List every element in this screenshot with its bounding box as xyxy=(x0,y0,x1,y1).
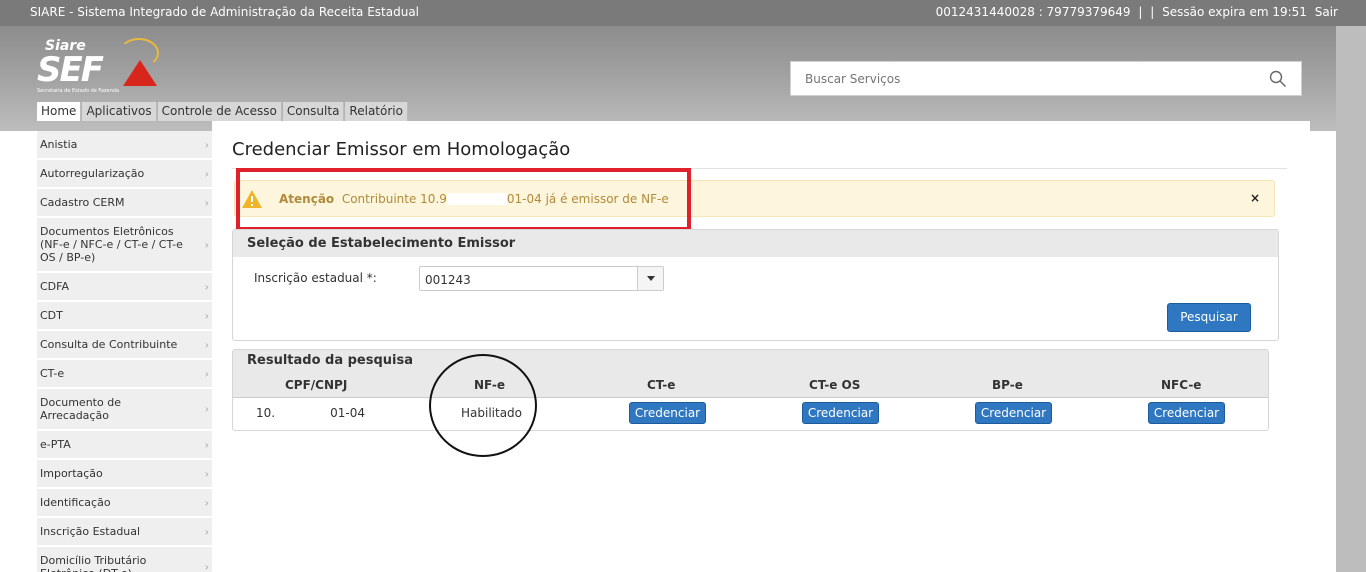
main-content: Credenciar Emissor em Homologação Atençã… xyxy=(212,121,1310,572)
sidebar-item-documento-arrecadacao[interactable]: Documento de Arrecadação › xyxy=(37,389,212,431)
sidebar-item-label: CT-e xyxy=(40,367,65,380)
highlight-box xyxy=(236,168,691,231)
selection-panel-title: Seleção de Estabelecimento Emissor xyxy=(233,230,1278,257)
close-icon[interactable]: × xyxy=(1250,191,1260,205)
sidebar-item-documentos-eletronicos[interactable]: Documentos Eletrônicos (NF-e / NFC-e / C… xyxy=(37,218,212,273)
sidebar-item-label: CDFA xyxy=(40,280,69,293)
chevron-right-icon: › xyxy=(204,560,209,572)
chevron-right-icon: › xyxy=(204,196,209,209)
redacted-area xyxy=(275,407,331,417)
chevron-right-icon: › xyxy=(204,438,209,451)
pesquisar-button[interactable]: Pesquisar xyxy=(1167,303,1251,332)
sidebar-item-label: Consulta de Contribuinte xyxy=(40,338,178,351)
search-icon[interactable] xyxy=(1269,70,1287,88)
inscricao-select[interactable]: 001243 xyxy=(419,266,664,291)
cnpj-end: 01-04 xyxy=(330,406,365,420)
sidebar-item-consulta-contribuinte[interactable]: Consulta de Contribuinte › xyxy=(37,331,212,360)
user-info: 0012431440028 : 79779379649 | | Sessão e… xyxy=(932,5,1338,19)
user-ids: 0012431440028 : 79779379649 xyxy=(935,5,1131,19)
chevron-right-icon: › xyxy=(204,467,209,480)
chevron-down-icon[interactable] xyxy=(637,267,663,290)
page-side-strip xyxy=(1336,26,1366,572)
credenciar-nfce-button[interactable]: Credenciar xyxy=(1148,402,1225,424)
chevron-right-icon: › xyxy=(204,167,209,180)
menu-consulta[interactable]: Consulta xyxy=(282,102,345,121)
results-panel-title: Resultado da pesquisa xyxy=(233,350,1268,371)
col-cte: CT-e xyxy=(647,378,676,392)
sidebar-item-cadastro-cerm[interactable]: Cadastro CERM › xyxy=(37,189,212,218)
cell-cnpj: 10. 01-04 xyxy=(256,406,365,420)
col-cpf-cnpj: CPF/CNPJ xyxy=(285,378,348,392)
sidebar-item-label: e-PTA xyxy=(40,438,71,451)
logo-triangle xyxy=(123,60,157,86)
sidebar: Anistia › Autorregularização › Cadastro CE… xyxy=(37,131,212,572)
sidebar-item-dte[interactable]: Domicílio Tributário Eletrônico (DT-e) › xyxy=(37,547,212,572)
sidebar-item-inscricao-estadual[interactable]: Inscrição Estadual › xyxy=(37,518,212,547)
chevron-right-icon: › xyxy=(204,525,209,538)
logo-subtitle: Secretaria de Estado de Fazenda xyxy=(37,88,120,94)
sidebar-item-label: Documento de Arrecadação xyxy=(40,396,121,422)
sidebar-item-label: Importação xyxy=(40,467,103,480)
credenciar-bpe-button[interactable]: Credenciar xyxy=(975,402,1052,424)
search-box xyxy=(790,61,1302,96)
separator: | xyxy=(1150,5,1155,19)
chevron-right-icon: › xyxy=(204,402,209,416)
table-row: 10. 01-04 Habilitado Credenciar Credencia… xyxy=(233,398,1268,428)
sidebar-item-label: Domicílio Tributário Eletrônico (DT-e) xyxy=(40,554,147,572)
sidebar-item-anistia[interactable]: Anistia › xyxy=(37,131,212,160)
results-panel: Resultado da pesquisa CPF/CNPJ NF-e CT-e… xyxy=(232,349,1269,431)
sidebar-item-identificacao[interactable]: Identificação › xyxy=(37,489,212,518)
top-bar: SIARE - Sistema Integrado de Administraç… xyxy=(0,0,1366,26)
chevron-right-icon: › xyxy=(204,280,209,293)
results-table: CPF/CNPJ NF-e CT-e CT-e OS BP-e NFC-e 10… xyxy=(233,371,1268,428)
sidebar-item-importacao[interactable]: Importação › xyxy=(37,460,212,489)
logo-sef: SEF xyxy=(37,50,104,90)
chevron-right-icon: › xyxy=(204,338,209,351)
sidebar-item-label: Identificação xyxy=(40,496,111,509)
sidebar-item-cdt[interactable]: CDT › xyxy=(37,302,212,331)
menu-relatorio[interactable]: Relatório xyxy=(345,102,408,121)
menu-aplicativos[interactable]: Aplicativos xyxy=(82,102,157,121)
col-nfce: NFC-e xyxy=(1161,378,1202,392)
main-menu: Home Aplicativos Controle de Acesso Cons… xyxy=(37,102,409,121)
credenciar-cte-button[interactable]: Credenciar xyxy=(629,402,706,424)
menu-controle-acesso[interactable]: Controle de Acesso xyxy=(157,102,282,121)
menu-home[interactable]: Home xyxy=(37,102,82,121)
system-title: SIARE - Sistema Integrado de Administraç… xyxy=(30,5,420,19)
sidebar-item-epta[interactable]: e-PTA › xyxy=(37,431,212,460)
sidebar-item-cdfa[interactable]: CDFA › xyxy=(37,273,212,302)
inscricao-value: 001243 xyxy=(425,273,471,287)
search-input[interactable] xyxy=(805,72,1245,86)
sidebar-item-autorregularizacao[interactable]: Autorregularização › xyxy=(37,160,212,189)
col-cte-os: CT-e OS xyxy=(809,378,861,392)
cnpj-start: 10. xyxy=(256,406,276,420)
header: Siare SEF Secretaria de Estado de Fazend… xyxy=(0,26,1366,131)
session-expiry: Sessão expira em 19:51 xyxy=(1162,5,1307,19)
inscricao-label: Inscrição estadual *: xyxy=(254,271,377,285)
chevron-right-icon: › xyxy=(204,138,209,151)
sidebar-item-label: Inscrição Estadual xyxy=(40,525,141,538)
sidebar-item-label: Cadastro CERM xyxy=(40,196,125,209)
page-title: Credenciar Emissor em Homologação xyxy=(232,139,571,160)
separator: | xyxy=(1138,5,1143,19)
credenciar-cte-os-button[interactable]: Credenciar xyxy=(802,402,879,424)
table-header: CPF/CNPJ NF-e CT-e CT-e OS BP-e NFC-e xyxy=(233,371,1268,398)
sidebar-item-label: Documentos Eletrônicos (NF-e / NFC-e / C… xyxy=(40,225,183,264)
chevron-right-icon: › xyxy=(204,367,209,380)
sidebar-item-label: Anistia xyxy=(40,138,78,151)
chevron-right-icon: › xyxy=(204,238,209,251)
siare-sef-logo[interactable]: Siare SEF Secretaria de Estado de Fazend… xyxy=(37,38,162,98)
highlight-circle xyxy=(429,354,537,457)
col-bpe: BP-e xyxy=(992,378,1023,392)
selection-panel: Seleção de Estabelecimento Emissor Inscr… xyxy=(232,229,1279,341)
sidebar-item-label: Autorregularização xyxy=(40,167,145,180)
chevron-right-icon: › xyxy=(204,309,209,322)
logout-link[interactable]: Sair xyxy=(1315,5,1338,19)
sidebar-item-cte[interactable]: CT-e › xyxy=(37,360,212,389)
chevron-right-icon: › xyxy=(204,496,209,509)
sidebar-item-label: CDT xyxy=(40,309,63,322)
